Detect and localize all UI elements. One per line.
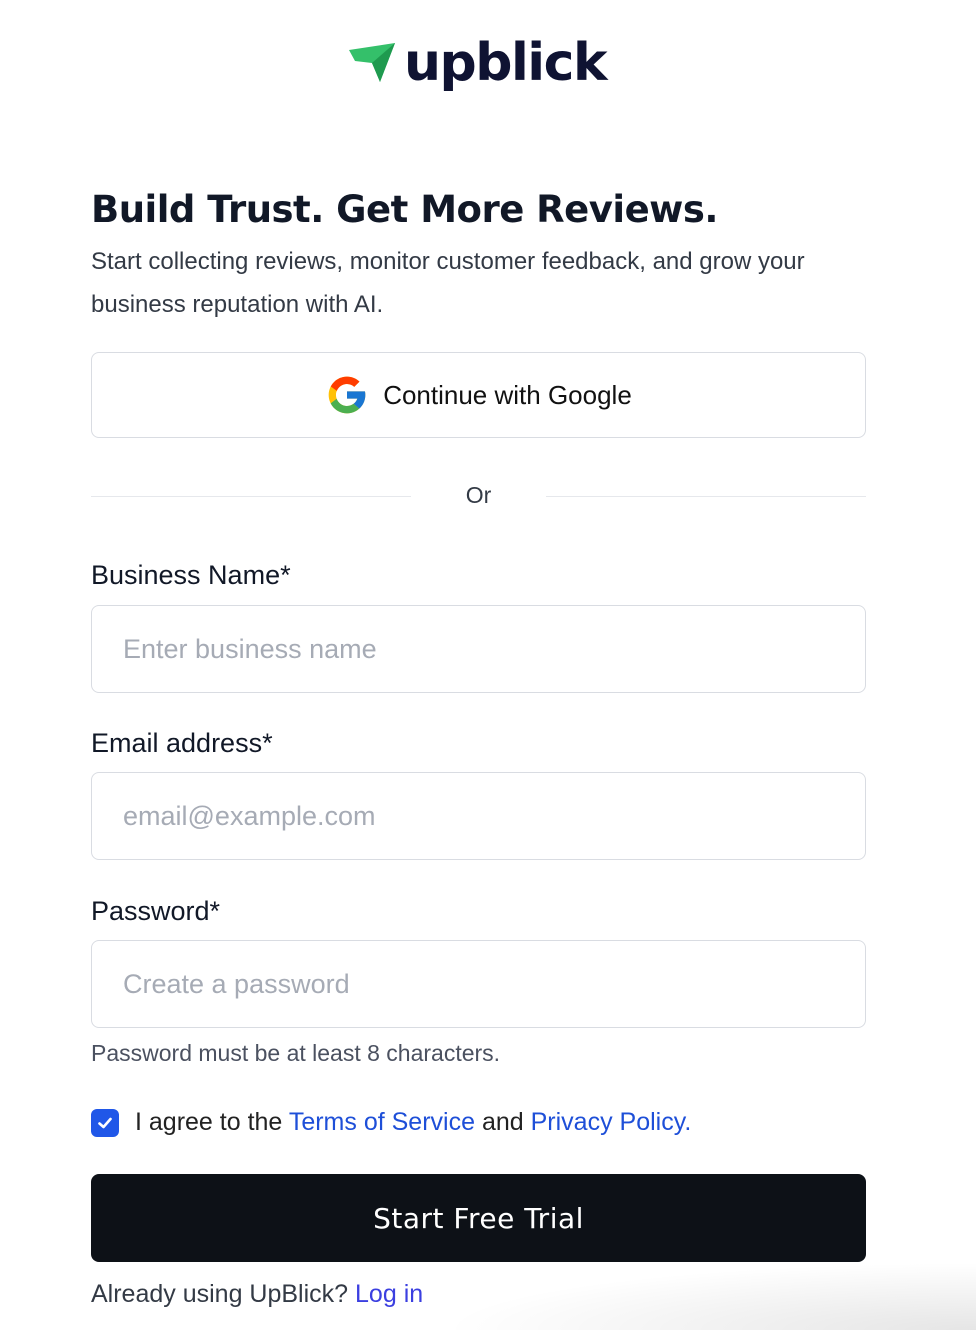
terms-middle: and <box>481 1108 524 1136</box>
login-link[interactable]: Log in <box>355 1280 423 1308</box>
business-name-label: Business Name* <box>91 560 291 590</box>
divider-or-text: Or <box>465 482 492 508</box>
password-label: Password* <box>91 896 221 926</box>
page-subtitle: Start collecting reviews, monitor custom… <box>91 248 805 318</box>
google-button-label: Continue with Google <box>383 379 632 410</box>
google-icon <box>328 376 366 414</box>
continue-with-google-button[interactable]: Continue with Google <box>91 352 866 438</box>
email-label: Email address* <box>91 728 273 758</box>
start-free-trial-button[interactable]: Start Free Trial <box>91 1174 866 1262</box>
signup-page: upblick Build Trust. Get More Reviews. S… <box>0 0 976 1330</box>
terms-agreement-text: I agree to the Terms of Service and Priv… <box>135 1108 691 1137</box>
page-title: Build Trust. Get More Reviews. <box>91 188 718 231</box>
terms-suffix: . <box>684 1108 692 1136</box>
privacy-policy-link[interactable]: Privacy Policy <box>531 1108 685 1136</box>
email-input[interactable] <box>91 772 866 860</box>
terms-agreement: I agree to the Terms of Service and Priv… <box>91 1108 691 1137</box>
terms-prefix: I agree to the <box>135 1108 283 1136</box>
brand-name: upblick <box>404 33 608 93</box>
login-prompt: Already using UpBlick? Log in <box>91 1280 423 1309</box>
terms-of-service-link[interactable]: Terms of Service <box>289 1108 475 1136</box>
divider-line-right <box>546 496 866 497</box>
password-input[interactable] <box>91 940 866 1028</box>
checkmark-icon <box>98 1117 112 1128</box>
terms-checkbox[interactable] <box>91 1108 119 1137</box>
password-hint: Password must be at least 8 characters. <box>91 1040 501 1066</box>
bottom-shadow <box>440 1262 976 1330</box>
login-prompt-text: Already using UpBlick? <box>91 1280 349 1308</box>
brand-logo[interactable]: upblick <box>346 30 608 96</box>
business-name-input[interactable] <box>91 605 866 693</box>
upblick-logo-icon <box>349 43 395 82</box>
divider-line-left <box>91 496 411 497</box>
